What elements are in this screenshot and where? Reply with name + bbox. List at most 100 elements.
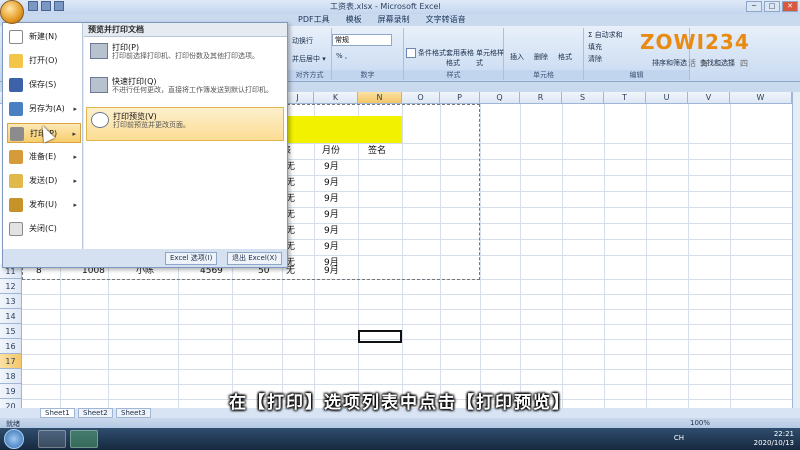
save-as-icon — [9, 102, 23, 116]
number-format-select[interactable]: 常规 — [332, 34, 392, 46]
column-header-k[interactable]: K — [314, 92, 358, 104]
table-format-button[interactable]: 套用表格格式 — [446, 48, 474, 68]
watermark-logo: ZOWI234 — [640, 30, 750, 54]
tab-tts[interactable]: 文字转语音 — [418, 14, 474, 26]
new-doc-icon — [9, 30, 23, 44]
column-header-u[interactable]: U — [646, 92, 688, 104]
menu-send[interactable]: 发送(D) ▸ — [7, 171, 81, 191]
menu-close[interactable]: 关闭(C) — [7, 219, 81, 239]
qat-redo-icon[interactable] — [54, 1, 64, 11]
column-header-q[interactable]: Q — [480, 92, 520, 104]
column-header-s[interactable]: S — [562, 92, 604, 104]
column-header-v[interactable]: V — [688, 92, 730, 104]
fill-button[interactable]: 填充 — [588, 42, 602, 52]
column-header-w[interactable]: W — [730, 92, 792, 104]
cells-group: 插入 删除 格式 单元格 — [504, 28, 584, 80]
tab-template[interactable]: 模板 — [338, 14, 370, 26]
minimize-button[interactable]: ─ — [746, 1, 762, 12]
exit-excel-button[interactable]: 退出 Excel(X) — [227, 252, 283, 265]
row-header-17[interactable]: 17 — [0, 354, 22, 370]
tray-lang[interactable]: CH — [674, 434, 684, 443]
tray-date: 2020/10/13 — [753, 439, 794, 447]
menu-save-as[interactable]: 另存为(A) ▸ — [7, 99, 81, 119]
style-group-label: 样式 — [404, 70, 503, 80]
print-option-desc: 打印前选择打印机、打印份数及其他打印选项。 — [112, 52, 259, 60]
autosum-button[interactable]: Σ 自动求和 — [588, 30, 623, 40]
column-header-p[interactable]: P — [440, 92, 480, 104]
quick-print-option[interactable]: 快速打印(Q) 不进行任何更改，直接将工作簿发送到默认打印机。 — [86, 73, 284, 107]
column-header-o[interactable]: O — [402, 92, 440, 104]
print-submenu-title: 预览并打印文档 — [84, 23, 287, 37]
menu-open[interactable]: 打开(O) — [7, 51, 81, 71]
tray-time: 22:21 — [773, 430, 794, 438]
column-header-t[interactable]: T — [604, 92, 646, 104]
printer-icon — [10, 127, 24, 141]
number-group: 常规 % , 数字 — [332, 28, 404, 80]
watermark-logo-sub: 活好二三四 — [688, 59, 753, 68]
menu-prepare[interactable]: 准备(E) ▸ — [7, 147, 81, 167]
save-icon — [9, 78, 23, 92]
window-controls: ─ □ ✕ — [746, 1, 798, 12]
align-group-label: 对齐方式 — [288, 70, 331, 80]
print-preview-option[interactable]: 打印预览(V) 打印前预览并更改页面。 — [86, 107, 284, 141]
title-bar: 工资表.xlsx - Microsoft Excel ─ □ ✕ — [0, 0, 800, 14]
column-header-r[interactable]: R — [520, 92, 562, 104]
conditional-format-button[interactable]: 条件格式 — [406, 48, 446, 58]
menu-new[interactable]: 新建(N) — [7, 27, 81, 47]
quick-access-toolbar — [28, 1, 64, 11]
tab-screen-record[interactable]: 屏幕录制 — [370, 14, 418, 26]
percent-style-button[interactable]: % , — [336, 52, 347, 60]
send-icon — [9, 174, 23, 188]
number-group-label: 数字 — [332, 70, 403, 80]
merge-center-button[interactable]: 并后居中 ▾ — [292, 54, 326, 64]
publish-icon — [9, 198, 23, 212]
sort-filter-button[interactable]: 排序和筛选 — [652, 58, 687, 68]
taskbar-app-excel-icon[interactable] — [70, 430, 98, 448]
office-menu-footer: Excel 选项(I) 退出 Excel(X) — [3, 249, 287, 267]
printer-icon — [90, 43, 108, 59]
tab-pdf[interactable]: PDF工具 — [290, 14, 338, 26]
row-header-18[interactable]: 18 — [0, 369, 22, 385]
cell-style-button[interactable]: 单元格样式 — [476, 48, 504, 68]
column-header-n[interactable]: N — [358, 92, 402, 104]
cells-group-label: 单元格 — [504, 70, 583, 80]
window-title: 工资表.xlsx - Microsoft Excel — [330, 2, 441, 11]
close-button[interactable]: ✕ — [782, 1, 798, 12]
close-doc-icon — [9, 222, 23, 236]
row-header-16[interactable]: 16 — [0, 339, 22, 355]
qat-save-icon[interactable] — [28, 1, 38, 11]
zoom-level[interactable]: 100% — [690, 419, 710, 427]
taskbar: CH 22:21 2020/10/13 — [0, 428, 800, 450]
system-tray: CH 22:21 2020/10/13 — [674, 430, 794, 448]
align-group: 动换行 并后居中 ▾ 对齐方式 — [288, 28, 332, 80]
insert-button[interactable]: 插入 — [510, 52, 524, 62]
format-button[interactable]: 格式 — [558, 52, 572, 62]
clear-button[interactable]: 清除 — [588, 54, 602, 64]
print-submenu: 预览并打印文档 打印(P) 打印前选择打印机、打印份数及其他打印选项。 快速打印… — [84, 23, 287, 249]
row-header-14[interactable]: 14 — [0, 309, 22, 325]
vertical-scrollbar[interactable] — [792, 92, 800, 418]
video-caption: 在【打印】选项列表中点击【打印预览】 — [229, 393, 571, 413]
edit-group-label: 编辑 — [584, 70, 689, 80]
row-header-12[interactable]: 12 — [0, 279, 22, 295]
start-button[interactable] — [4, 429, 24, 449]
excel-options-button[interactable]: Excel 选项(I) — [165, 252, 218, 265]
menu-publish[interactable]: 发布(U) ▸ — [7, 195, 81, 215]
maximize-button[interactable]: □ — [764, 1, 780, 12]
qat-undo-icon[interactable] — [41, 1, 51, 11]
row-header-15[interactable]: 15 — [0, 324, 22, 340]
status-bar: 就绪 100% — [0, 418, 800, 428]
selected-cell[interactable] — [358, 330, 402, 343]
wrap-text-button[interactable]: 动换行 — [292, 36, 313, 46]
office-menu: 新建(N) 打开(O) 保存(S) 另存为(A) ▸ 打印(P) ▸ 准备(E) ▸ … — [2, 22, 288, 268]
quick-print-desc: 不进行任何更改，直接将工作簿发送到默认打印机。 — [112, 86, 273, 94]
style-group: 条件格式 套用表格格式 单元格样式 样式 — [404, 28, 504, 80]
menu-save[interactable]: 保存(S) — [7, 75, 81, 95]
taskbar-app-browser-icon[interactable] — [38, 430, 66, 448]
delete-button[interactable]: 删除 — [534, 52, 548, 62]
row-header-13[interactable]: 13 — [0, 294, 22, 310]
office-button[interactable] — [0, 0, 24, 24]
quick-print-icon — [90, 77, 108, 93]
conditional-format-icon — [406, 48, 416, 58]
print-option[interactable]: 打印(P) 打印前选择打印机、打印份数及其他打印选项。 — [86, 39, 284, 73]
